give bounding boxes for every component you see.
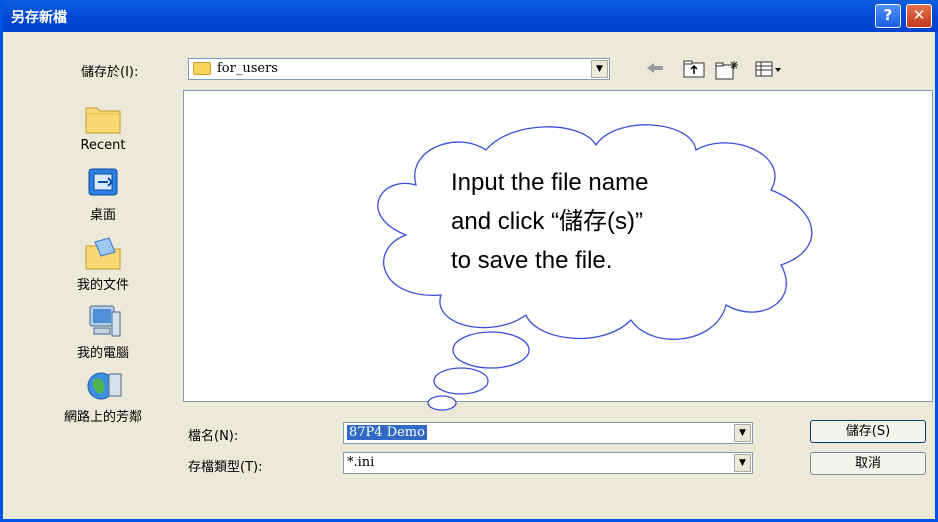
place-label: 我的文件 [76,278,129,293]
new-folder-icon[interactable] [715,60,739,84]
close-icon: ✕ [912,6,926,24]
place-my-computer[interactable]: 我的電腦 [33,304,173,361]
callout-text: Input the file name and click “儲存(s)” to… [451,163,751,280]
place-label: 我的電腦 [76,346,129,361]
place-label: 桌面 [89,208,116,223]
place-network[interactable]: 網路上的芳鄰 [33,368,173,425]
my-computer-icon [83,304,123,340]
save-in-dropdown[interactable]: for_users ▼ [188,58,610,80]
desktop-icon [83,166,123,202]
back-arrow-icon[interactable] [645,60,665,79]
place-recent[interactable]: Recent [33,100,173,153]
filetype-label: 存檔類型(T): [188,460,263,475]
chevron-down-icon[interactable]: ▼ [734,454,751,472]
save-in-value: for_users [217,61,278,76]
chevron-down-icon[interactable]: ▼ [734,424,751,442]
place-label: 網路上的芳鄰 [63,410,142,425]
place-desktop[interactable]: 桌面 [33,166,173,223]
my-documents-icon [83,236,123,272]
chevron-down-icon[interactable]: ▼ [591,60,608,78]
save-as-dialog: 另存新檔 ? ✕ 儲存於(I): for_users ▼ Recent 桌面 我… [0,0,938,522]
cancel-button[interactable]: 取消 [810,452,926,475]
title-bar[interactable]: 另存新檔 ? ✕ [3,0,938,32]
place-my-documents[interactable]: 我的文件 [33,236,173,293]
window-title: 另存新檔 [11,10,67,26]
help-icon: ? [883,6,893,24]
help-button[interactable]: ? [875,4,901,28]
close-button[interactable]: ✕ [906,4,932,28]
place-label: Recent [80,138,126,153]
folder-icon [193,62,211,75]
save-button[interactable]: 儲存(S) [810,420,926,443]
view-menu-icon[interactable] [755,60,783,82]
network-places-icon [83,368,123,404]
filename-label: 檔名(N): [188,429,239,444]
save-in-label: 儲存於(I): [81,65,139,80]
filename-input[interactable]: 87P4 Demo [347,425,427,440]
filename-combo[interactable]: 87P4 Demo ▼ [343,422,753,444]
recent-folder-icon [83,100,123,136]
callout-line: and click “儲存(s)” [451,208,644,235]
callout-line: Input the file name [451,169,649,196]
filetype-combo[interactable]: *.ini ▼ [343,452,753,474]
filetype-value: *.ini [347,455,375,470]
up-folder-icon[interactable] [683,60,705,82]
callout-line: to save the file. [451,247,613,274]
